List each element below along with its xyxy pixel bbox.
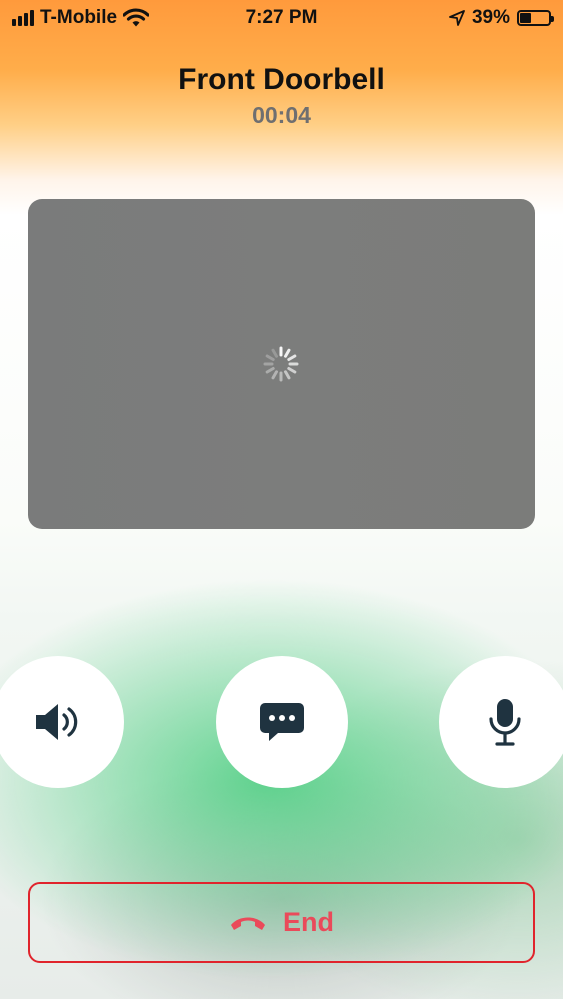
battery-icon [517, 10, 554, 26]
call-title: Front Doorbell [178, 63, 385, 96]
mute-button[interactable] [439, 656, 563, 788]
battery-percent: 39% [471, 7, 510, 28]
end-call-button[interactable]: End [28, 882, 535, 963]
speaker-button[interactable] [0, 656, 124, 788]
video-feed[interactable] [28, 199, 535, 529]
microphone-icon [489, 699, 521, 746]
chat-bubble-icon [260, 703, 304, 741]
battery-level-fill [520, 13, 531, 23]
status-bar: T-Mobile 7:27 PM 39% [0, 0, 563, 36]
location-arrow-icon [449, 10, 465, 26]
end-call-label: End [283, 907, 334, 937]
loading-spinner-icon [263, 346, 299, 382]
phone-hangup-icon [231, 917, 265, 930]
message-button[interactable] [216, 656, 348, 788]
speaker-icon [36, 704, 78, 740]
call-duration: 00:04 [252, 102, 311, 128]
status-right: 39% [449, 7, 554, 29]
